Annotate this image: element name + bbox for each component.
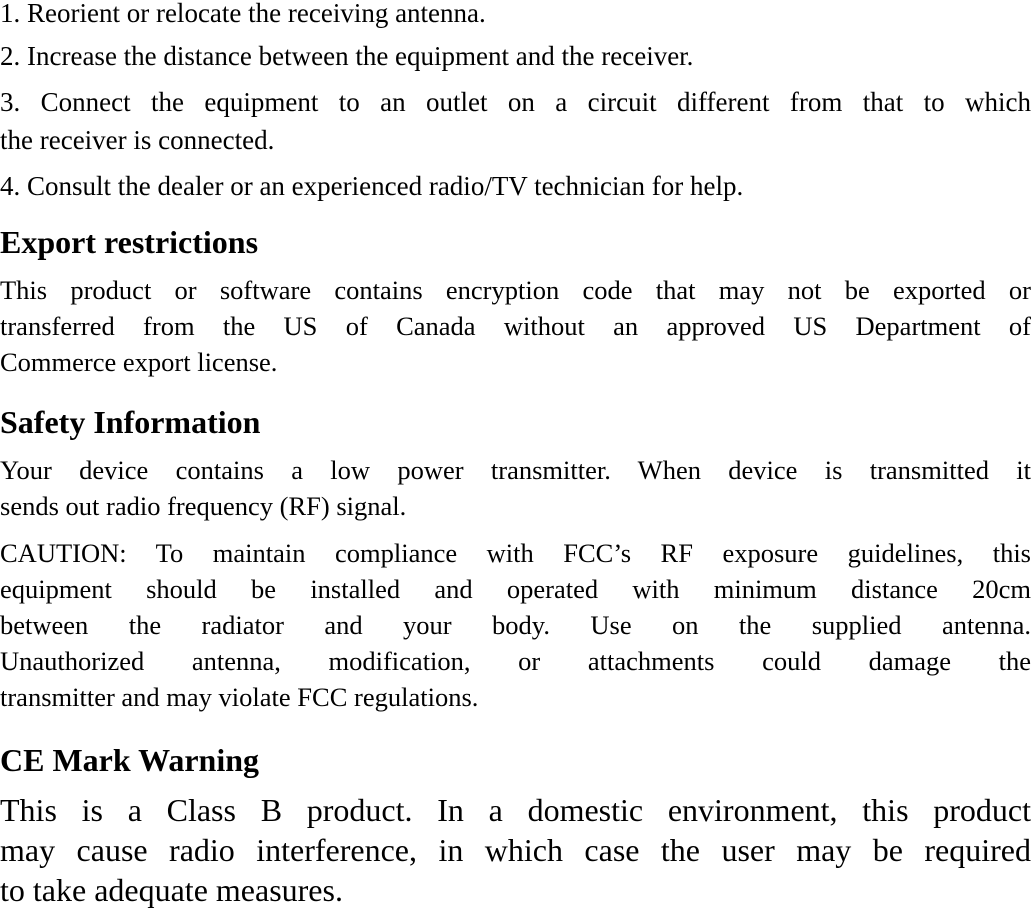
list-item-reorient-antenna: 1. Reorient or relocate the receiving an… [0, 0, 486, 28]
list-item-continuation: the receiver is connected. [0, 125, 275, 155]
paragraph-line: CAUTION: To maintain compliance with FCC… [0, 538, 1031, 568]
paragraph-line: to take adequate measures. [0, 872, 343, 908]
paragraph-line: Unauthorized antenna, modification, or a… [0, 646, 1031, 676]
ce-mark-warning-heading: CE Mark Warning [0, 742, 259, 778]
paragraph-line: sends out radio frequency (RF) signal. [0, 491, 407, 521]
paragraph-line: transmitter and may violate FCC regulati… [0, 682, 479, 712]
list-item-different-outlet: 3. Connect the equipment to an outlet on… [0, 84, 1031, 120]
paragraph-line: This product or software contains encryp… [0, 275, 1031, 305]
export-restrictions-paragraph: This product or software contains encryp… [0, 272, 1031, 380]
safety-intro-paragraph: Your device contains a low power transmi… [0, 452, 1031, 524]
list-item-line: 3. Connect the equipment to an outlet on… [0, 87, 1031, 117]
export-restrictions-heading: Export restrictions [0, 224, 259, 260]
paragraph-line: transferred from the US of Canada withou… [0, 311, 1031, 341]
paragraph-line: equipment should be installed and operat… [0, 574, 1031, 604]
list-item-increase-distance: 2. Increase the distance between the equ… [0, 41, 694, 71]
paragraph-line: may cause radio interference, in which c… [0, 832, 1031, 868]
paragraph-line: between the radiator and your body. Use … [0, 610, 1031, 640]
list-item-consult-dealer: 4. Consult the dealer or an experienced … [0, 171, 744, 201]
paragraph-line: Commerce export license. [0, 347, 278, 377]
safety-caution-paragraph: CAUTION: To maintain compliance with FCC… [0, 535, 1031, 715]
paragraph-line: Your device contains a low power transmi… [0, 455, 1031, 485]
paragraph-line: This is a Class B product. In a domestic… [0, 792, 1031, 828]
safety-information-heading: Safety Information [0, 404, 261, 440]
ce-mark-warning-paragraph: This is a Class B product. In a domestic… [0, 790, 1031, 910]
